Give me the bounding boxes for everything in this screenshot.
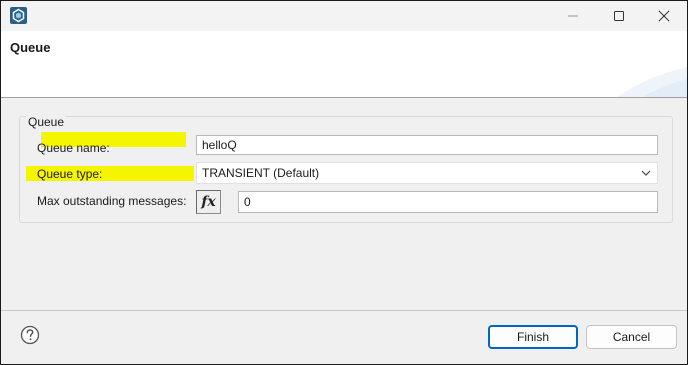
close-button[interactable] [643, 1, 685, 31]
minimize-button[interactable] [552, 1, 594, 31]
close-icon [658, 10, 670, 22]
header-decoration [617, 67, 687, 97]
max-outstanding-label: Max outstanding messages: [37, 194, 187, 208]
finish-button[interactable]: Finish [488, 325, 578, 349]
queue-name-input[interactable] [196, 135, 658, 155]
queue-type-select[interactable]: TRANSIENT (Default) [196, 162, 658, 184]
help-icon[interactable] [20, 325, 40, 345]
minimize-icon [568, 15, 578, 17]
queue-type-value: TRANSIENT (Default) [202, 166, 320, 180]
chevron-down-icon [641, 170, 651, 176]
queue-type-label: Queue type: [37, 167, 103, 181]
cancel-button[interactable]: Cancel [586, 325, 677, 349]
maximize-icon [614, 11, 624, 21]
group-title: Queue [26, 115, 67, 129]
app-logo-icon [10, 7, 27, 24]
page-title: Queue [10, 40, 51, 55]
queue-name-label: Queue name: [37, 141, 110, 155]
maximize-button[interactable] [598, 1, 640, 31]
footer-divider [1, 310, 687, 311]
fx-button[interactable]: fx [196, 190, 221, 214]
title-bar [1, 1, 687, 31]
wizard-header: Queue [1, 31, 687, 98]
max-outstanding-input[interactable] [238, 191, 658, 213]
dialog-window: Queue Queue Queue name: Queue type: TRAN… [0, 0, 688, 365]
